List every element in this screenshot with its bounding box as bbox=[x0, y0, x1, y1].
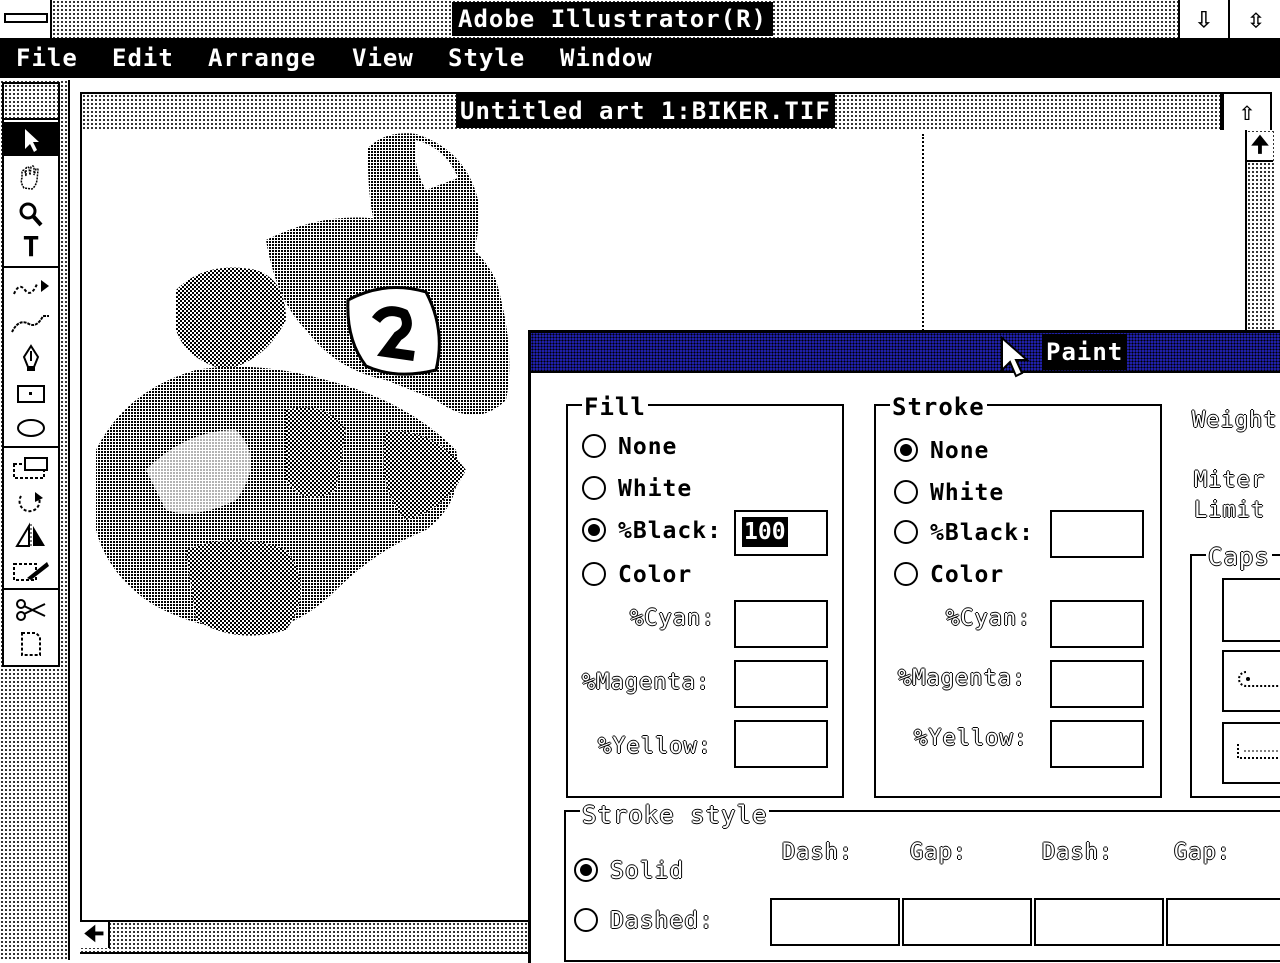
fill-cyan-label: %Cyan: bbox=[630, 606, 716, 631]
stroke-style-label: Stroke style bbox=[580, 801, 770, 829]
scissors-icon[interactable] bbox=[4, 592, 58, 626]
stroke-black-field[interactable] bbox=[1050, 510, 1144, 558]
stroke-white-radio[interactable] bbox=[894, 479, 918, 504]
pen-icon[interactable] bbox=[4, 340, 58, 374]
fill-white-option[interactable]: White bbox=[582, 474, 692, 504]
dash1-field[interactable] bbox=[770, 898, 900, 946]
zoom-icon[interactable] bbox=[4, 196, 58, 230]
stroke-group-label: Stroke bbox=[890, 393, 987, 421]
butt-cap-button[interactable] bbox=[1222, 578, 1280, 642]
maximize-button[interactable]: ⇳ bbox=[1228, 0, 1280, 38]
gap1-field[interactable] bbox=[902, 898, 1032, 946]
stroke-none-radio[interactable] bbox=[894, 437, 918, 462]
stroke-black-radio[interactable] bbox=[894, 519, 918, 544]
weight-label: Weight bbox=[1192, 408, 1278, 433]
freehand-icon[interactable] bbox=[4, 270, 58, 304]
document-title: Untitled art 1:BIKER.TIF bbox=[456, 94, 835, 128]
oval-icon[interactable] bbox=[4, 410, 58, 444]
fill-yellow-field[interactable] bbox=[734, 720, 828, 768]
scroll-left-arrow-icon[interactable]: 🠈 bbox=[80, 922, 110, 948]
paint-dialog-title-bar[interactable] bbox=[531, 333, 1280, 373]
stroke-magenta-label: %Magenta: bbox=[898, 666, 1027, 691]
fill-color-radio[interactable] bbox=[582, 561, 606, 586]
mouse-cursor-icon bbox=[1001, 336, 1030, 378]
menu-bar: File Edit Arrange View Style Window bbox=[0, 40, 1280, 78]
menu-file[interactable]: File bbox=[16, 40, 78, 78]
rotate-icon[interactable] bbox=[4, 484, 58, 518]
fill-magenta-label: %Magenta: bbox=[582, 670, 711, 695]
menu-style[interactable]: Style bbox=[448, 40, 525, 78]
fill-yellow-label: %Yellow: bbox=[598, 734, 712, 759]
stroke-cyan-label: %Cyan: bbox=[946, 606, 1032, 631]
toolbox-title[interactable] bbox=[2, 82, 60, 120]
menu-window[interactable]: Window bbox=[560, 40, 653, 78]
projecting-cap-button[interactable] bbox=[1222, 722, 1280, 784]
stroke-dashed-radio[interactable] bbox=[574, 907, 598, 932]
fill-none-radio[interactable] bbox=[582, 433, 606, 458]
fill-white-radio[interactable] bbox=[582, 475, 606, 500]
stroke-magenta-field[interactable] bbox=[1050, 660, 1144, 708]
gap2-field[interactable] bbox=[1166, 898, 1280, 946]
shear-icon[interactable] bbox=[4, 552, 58, 586]
stroke-cyan-field[interactable] bbox=[1050, 600, 1144, 648]
hand-icon[interactable] bbox=[4, 160, 58, 194]
fill-cyan-field[interactable] bbox=[734, 600, 828, 648]
fill-none-option[interactable]: None bbox=[582, 432, 677, 462]
fill-black-radio[interactable] bbox=[582, 517, 606, 542]
toolbox: T bbox=[2, 118, 60, 667]
stroke-color-option[interactable]: Color bbox=[894, 560, 1004, 590]
dash2-field[interactable] bbox=[1034, 898, 1164, 946]
stroke-yellow-label: %Yellow: bbox=[914, 726, 1028, 751]
minimize-button[interactable]: ⇩ bbox=[1178, 0, 1228, 38]
scroll-up-arrow-icon[interactable]: 🠉 bbox=[1247, 132, 1273, 162]
system-menu-button[interactable] bbox=[0, 0, 52, 38]
stroke-white-option[interactable]: White bbox=[894, 478, 1004, 508]
page-icon[interactable] bbox=[4, 626, 58, 660]
stroke-dashed-option[interactable]: Dashed: bbox=[574, 906, 714, 936]
dash2-label: Dash: bbox=[1042, 840, 1114, 865]
reflect-icon[interactable] bbox=[4, 518, 58, 552]
paint-dialog-title: Paint bbox=[1042, 334, 1128, 370]
fill-magenta-field[interactable] bbox=[734, 660, 828, 708]
blend-icon[interactable] bbox=[4, 304, 58, 338]
menu-view[interactable]: View bbox=[352, 40, 414, 78]
rectangle-icon[interactable] bbox=[4, 376, 58, 410]
gap2-label: Gap: bbox=[1174, 840, 1231, 865]
page-boundary-guide bbox=[922, 134, 924, 334]
type-tool-icon[interactable]: T bbox=[4, 230, 58, 264]
menu-edit[interactable]: Edit bbox=[112, 40, 174, 78]
stroke-black-option[interactable]: %Black: bbox=[894, 518, 1034, 548]
dash1-label: Dash: bbox=[782, 840, 854, 865]
round-cap-button[interactable] bbox=[1222, 650, 1280, 712]
gap1-label: Gap: bbox=[910, 840, 967, 865]
stroke-yellow-field[interactable] bbox=[1050, 720, 1144, 768]
stroke-color-radio[interactable] bbox=[894, 561, 918, 586]
biker-image[interactable] bbox=[86, 130, 526, 650]
stroke-solid-radio[interactable] bbox=[574, 857, 598, 882]
miter-label: Miter bbox=[1194, 468, 1266, 493]
scale-icon[interactable] bbox=[4, 450, 58, 484]
app-title: Adobe Illustrator(R) bbox=[452, 2, 773, 36]
menu-arrange[interactable]: Arrange bbox=[208, 40, 316, 78]
fill-color-option[interactable]: Color bbox=[582, 560, 692, 590]
selection-tool-arrow-icon[interactable] bbox=[4, 122, 58, 156]
fill-group-label: Fill bbox=[582, 393, 648, 421]
limit-label: Limit bbox=[1194, 498, 1266, 523]
fill-black-field[interactable]: 100 bbox=[734, 510, 828, 556]
fill-black-option[interactable]: %Black: bbox=[582, 516, 722, 546]
horizontal-scrollbar[interactable] bbox=[80, 920, 530, 954]
document-maximize-button[interactable]: ⇧ bbox=[1222, 92, 1272, 132]
stroke-solid-option[interactable]: Solid bbox=[574, 856, 684, 886]
stroke-none-option[interactable]: None bbox=[894, 436, 989, 466]
caps-group-label: Caps bbox=[1206, 543, 1272, 571]
